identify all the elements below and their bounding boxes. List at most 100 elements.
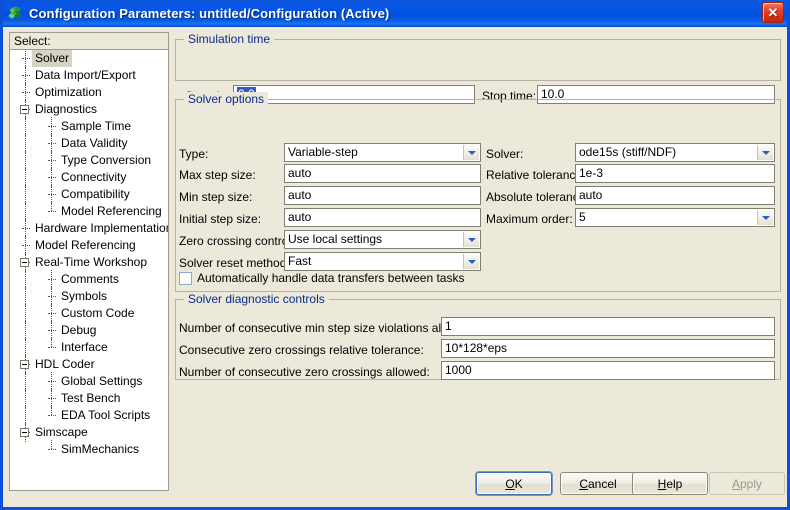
- sidebar-item-label: Compatibility: [61, 187, 130, 201]
- ok-mnemonic: O: [505, 476, 515, 491]
- help-rest: elp: [666, 476, 683, 491]
- sidebar-item-symbols[interactable]: Symbols: [10, 287, 168, 306]
- sidebar-item-data-validity[interactable]: Data Validity: [10, 134, 168, 153]
- sidebar-item-comments[interactable]: Comments: [10, 270, 168, 289]
- sidebar-item-label: Model Referencing: [61, 204, 162, 218]
- sidebar-item-type-conversion[interactable]: Type Conversion: [10, 151, 168, 170]
- sidebar-item-data-import-export[interactable]: Data Import/Export: [10, 66, 168, 85]
- tree-line: [22, 228, 30, 229]
- tree-line: [48, 398, 56, 399]
- sidebar-item-debug[interactable]: Debug: [10, 321, 168, 340]
- max-step-size-label: Max step size:: [179, 168, 256, 182]
- sidebar-item-sample-time[interactable]: Sample Time: [10, 117, 168, 136]
- tree-line: [51, 440, 52, 449]
- cancel-button[interactable]: Cancel: [560, 472, 636, 495]
- chevron-down-icon[interactable]: [757, 210, 773, 225]
- sidebar-item-interface[interactable]: Interface: [10, 338, 168, 357]
- initial-step-size-input[interactable]: auto: [284, 208, 481, 227]
- sidebar-item-model-referencing[interactable]: Model Referencing: [10, 236, 168, 255]
- min-step-violations-input[interactable]: 1: [441, 317, 775, 336]
- apply-mnemonic: A: [731, 476, 740, 491]
- auto-data-transfers-checkbox[interactable]: [179, 271, 192, 285]
- help-button-label: Help: [658, 477, 683, 491]
- sidebar-item-hdl-coder[interactable]: HDL Coder: [10, 355, 168, 374]
- solver-dropdown[interactable]: ode15s (stiff/NDF): [575, 143, 775, 162]
- maximum-order-label: Maximum order:: [486, 212, 573, 226]
- collapse-icon[interactable]: [20, 360, 29, 369]
- sidebar-item-simmechanics[interactable]: SimMechanics: [10, 440, 168, 458]
- auto-data-transfers-row[interactable]: Automatically handle data transfers betw…: [179, 268, 464, 288]
- maximum-order-value: 5: [579, 210, 586, 224]
- collapse-icon[interactable]: [20, 258, 29, 267]
- sidebar-item-label: Real-Time Workshop: [35, 255, 148, 269]
- min-step-size-input[interactable]: auto: [284, 186, 481, 205]
- collapse-icon[interactable]: [20, 428, 29, 437]
- simulation-time-group-title: Simulation time: [184, 32, 275, 46]
- chevron-down-icon[interactable]: [463, 254, 479, 269]
- sidebar-item-label: Model Referencing: [35, 238, 136, 252]
- simulink-icon: [7, 4, 25, 22]
- solver-options-group-title: Solver options: [184, 92, 269, 106]
- tree-line: [22, 92, 30, 93]
- sidebar-item-connectivity[interactable]: Connectivity: [10, 168, 168, 187]
- zero-crossing-tolerance-input[interactable]: 10*128*eps: [441, 339, 775, 358]
- maximum-order-dropdown[interactable]: 5: [575, 208, 775, 227]
- collapse-icon[interactable]: [20, 105, 29, 114]
- sidebar-item-model-referencing[interactable]: Model Referencing: [10, 202, 168, 221]
- sidebar-item-simscape[interactable]: Simscape: [10, 423, 168, 442]
- relative-tolerance-label: Relative tolerance:: [486, 168, 586, 182]
- simulation-time-group: Simulation time: [175, 32, 781, 81]
- cancel-rest: ancel: [587, 476, 617, 491]
- title-bar[interactable]: Configuration Parameters: untitled/Confi…: [3, 0, 787, 27]
- sidebar-item-label: Hardware Implementation: [35, 221, 169, 235]
- tree-line: [51, 202, 52, 211]
- sidebar-item-solver[interactable]: Solver: [10, 50, 168, 68]
- sidebar-item-label: Optimization: [35, 85, 102, 99]
- max-step-size-input[interactable]: auto: [284, 164, 481, 183]
- sidebar-item-label: Sample Time: [61, 119, 132, 133]
- auto-data-transfers-label: Automatically handle data transfers betw…: [197, 271, 465, 285]
- tree-line: [48, 143, 56, 144]
- select-header: Select:: [9, 32, 169, 50]
- sidebar-item-label: Test Bench: [61, 391, 121, 405]
- sidebar-item-test-bench[interactable]: Test Bench: [10, 389, 168, 408]
- tree-line: [48, 313, 56, 314]
- cancel-button-label: Cancel: [579, 477, 616, 491]
- zero-crossings-allowed-label: Number of consecutive zero crossings all…: [179, 365, 430, 379]
- sidebar-item-diagnostics[interactable]: Diagnostics: [10, 100, 168, 119]
- sidebar-item-real-time-workshop[interactable]: Real-Time Workshop: [10, 253, 168, 272]
- ok-button-label: OK: [505, 477, 522, 491]
- type-dropdown[interactable]: Variable-step: [284, 143, 481, 162]
- sidebar-item-optimization[interactable]: Optimization: [10, 83, 168, 102]
- close-icon[interactable]: ✕: [762, 2, 784, 23]
- tree-line: [22, 245, 30, 246]
- chevron-down-icon[interactable]: [757, 145, 773, 160]
- sidebar-item-custom-code[interactable]: Custom Code: [10, 304, 168, 323]
- sidebar-item-eda-tool-scripts[interactable]: EDA Tool Scripts: [10, 406, 168, 425]
- sidebar-item-label: EDA Tool Scripts: [61, 408, 151, 422]
- solver-value: ode15s (stiff/NDF): [579, 145, 677, 159]
- sidebar-item-compatibility[interactable]: Compatibility: [10, 185, 168, 204]
- relative-tolerance-input[interactable]: 1e-3: [575, 164, 775, 183]
- settings-tree[interactable]: Solver Data Import/Export Optimization Diag…: [9, 50, 169, 491]
- tree-line: [48, 330, 56, 331]
- tree-line: [48, 194, 56, 195]
- absolute-tolerance-input[interactable]: auto: [575, 186, 775, 205]
- ok-button[interactable]: OK: [476, 472, 552, 495]
- chevron-down-icon[interactable]: [463, 232, 479, 247]
- tree-line: [48, 177, 56, 178]
- tree-line: [51, 338, 52, 347]
- sidebar-item-label: Simscape: [35, 425, 88, 439]
- sidebar-item-hardware-implementation[interactable]: Hardware Implementation: [10, 219, 169, 238]
- zero-crossings-allowed-input[interactable]: 1000: [441, 361, 775, 380]
- zero-crossing-control-dropdown[interactable]: Use local settings: [284, 230, 481, 249]
- configuration-parameters-dialog: Configuration Parameters: untitled/Confi…: [0, 0, 790, 510]
- min-step-size-label: Min step size:: [179, 190, 253, 204]
- sidebar-item-global-settings[interactable]: Global Settings: [10, 372, 168, 391]
- chevron-down-icon[interactable]: [463, 145, 479, 160]
- apply-button-label: Apply: [732, 477, 762, 491]
- help-button[interactable]: Help: [632, 472, 708, 495]
- window-title: Configuration Parameters: untitled/Confi…: [29, 5, 390, 21]
- type-label: Type:: [179, 147, 209, 161]
- tree-line: [48, 415, 56, 416]
